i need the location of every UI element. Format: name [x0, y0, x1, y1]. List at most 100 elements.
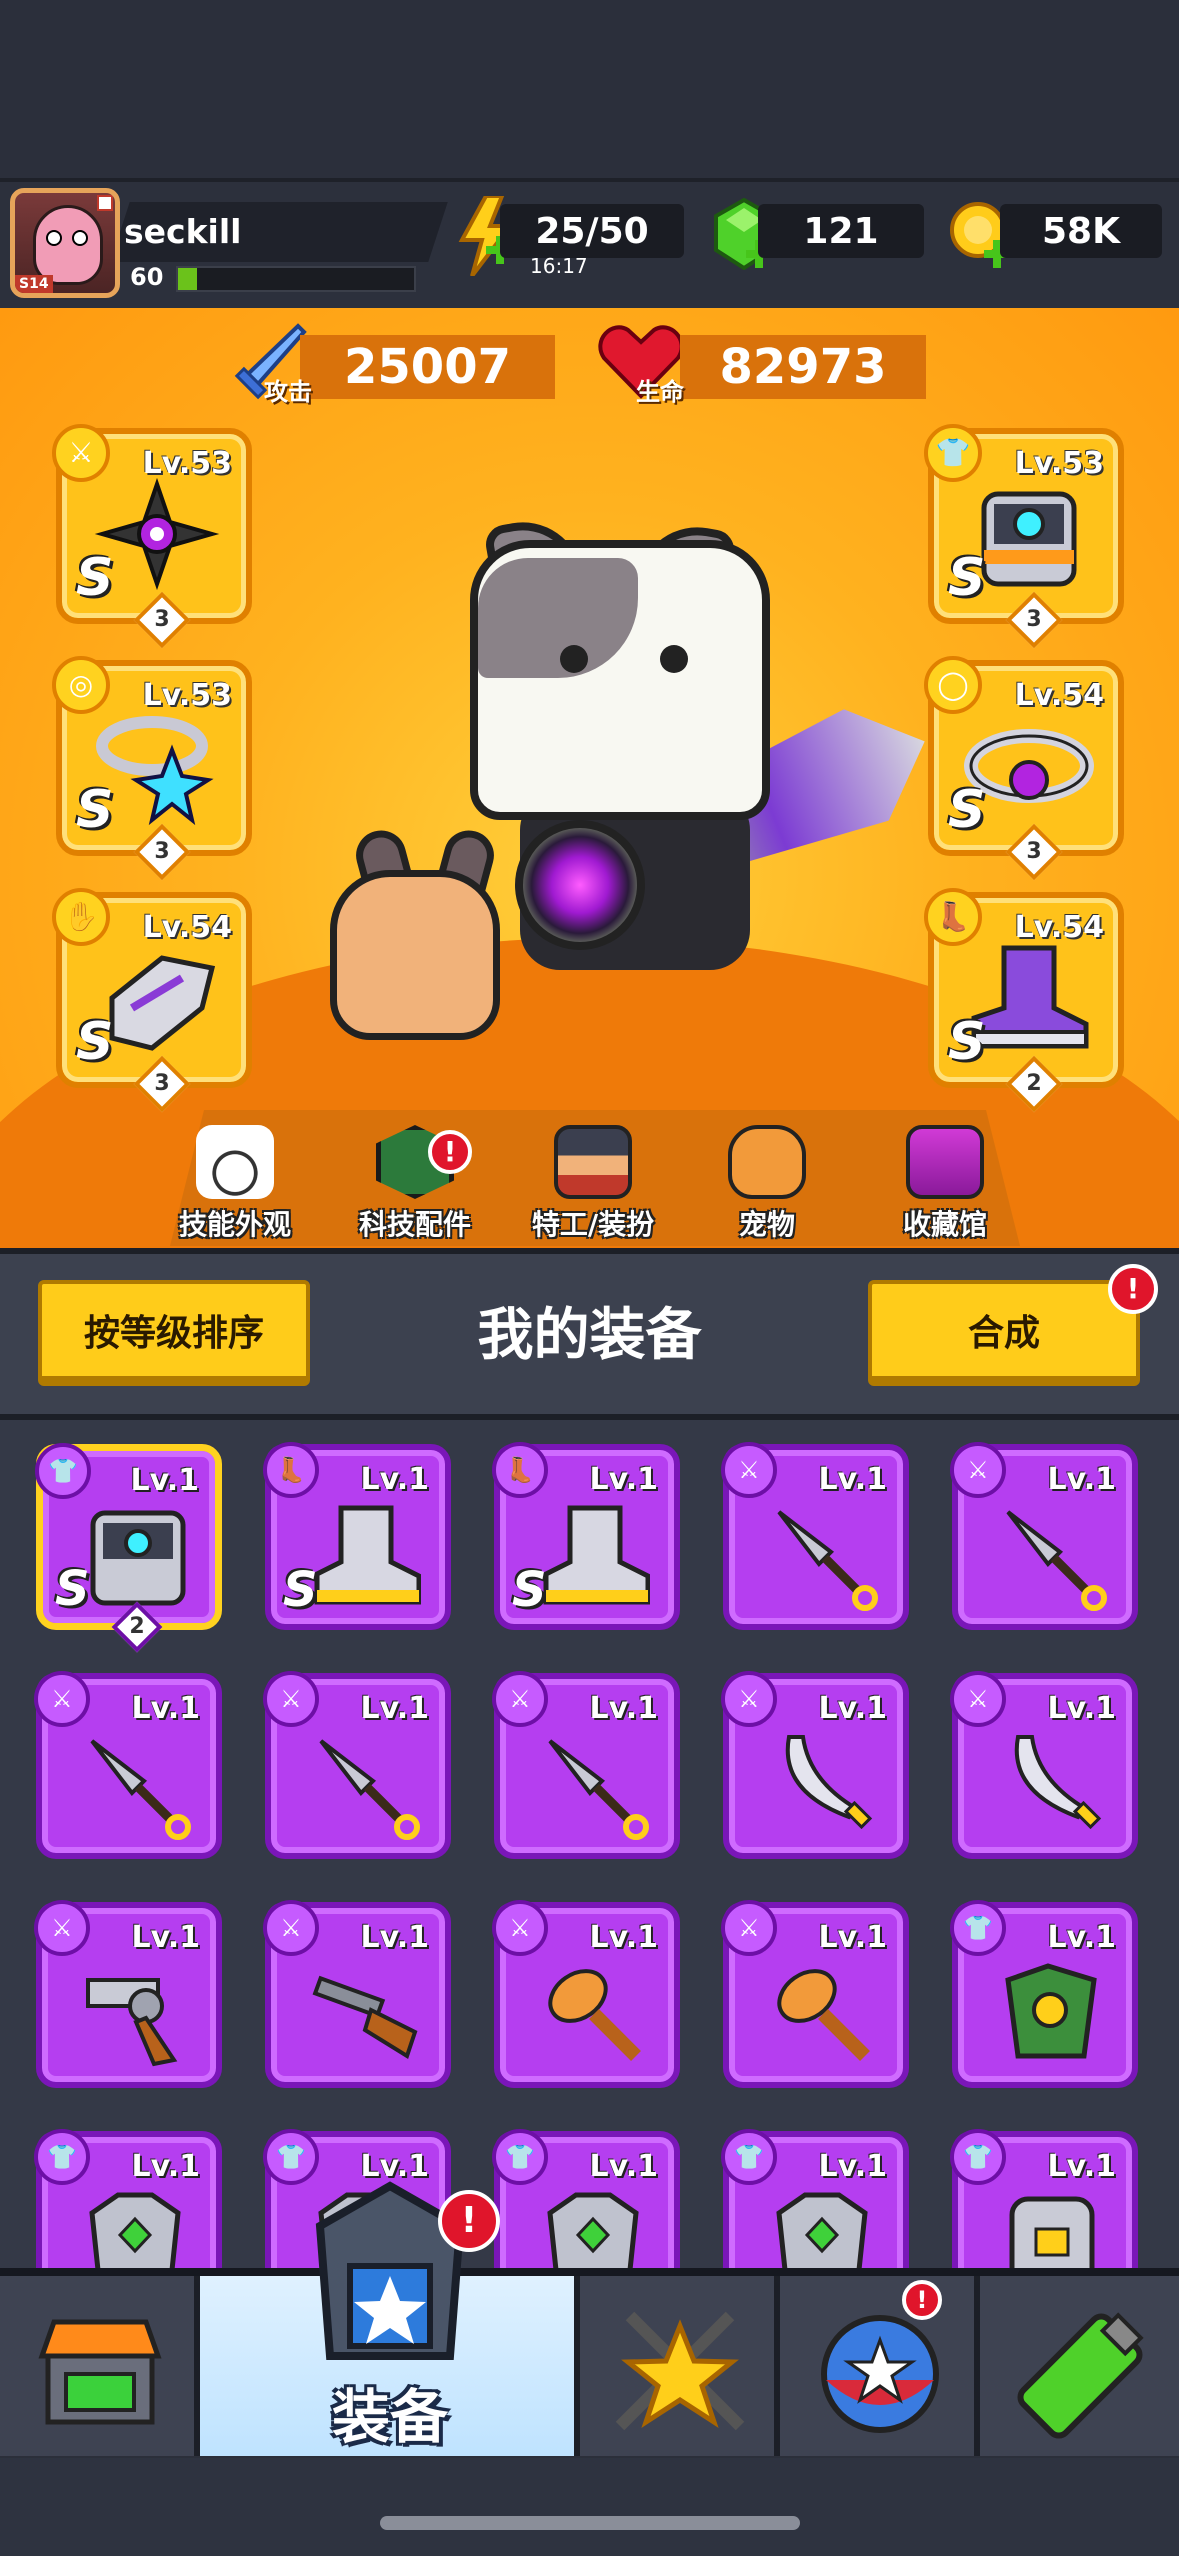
merge-button[interactable]: 合成 — [868, 1280, 1140, 1386]
equip-slot-belt[interactable]: ◯ Lv.54 S 3 — [924, 656, 1124, 881]
home-indicator — [380, 2516, 800, 2530]
inventory-item[interactable]: ⚔ Lv.1 — [34, 1900, 222, 2088]
talent-icon — [821, 2315, 939, 2433]
item-level: Lv.1 — [131, 2149, 201, 2184]
item-level: Lv.1 — [589, 1462, 659, 1497]
kunai-icon — [90, 1739, 191, 1840]
shop-icon — [38, 2319, 162, 2425]
equip-grade: S — [76, 780, 114, 840]
equipment-alert-badge: ! — [438, 2190, 500, 2252]
season-tag: S14 — [15, 275, 53, 293]
item-grade: S — [283, 1562, 318, 1618]
equip-grade: S — [76, 548, 114, 608]
gem-counter: 121 — [758, 204, 924, 258]
menu-agents-outfits[interactable]: 特工/装扮 — [518, 1125, 668, 1245]
inventory-item[interactable]: ⚔ Lv.1 — [950, 1442, 1138, 1630]
flag-icon — [97, 195, 113, 211]
equip-level: Lv.53 — [142, 678, 232, 713]
equip-level: Lv.53 — [1014, 446, 1104, 481]
inventory-item[interactable]: ⚔ Lv.1 — [263, 1900, 451, 2088]
scimitar-icon — [785, 1735, 873, 1830]
xp-bar-fill — [178, 268, 197, 290]
inventory-item[interactable]: ⚔ Lv.1 — [721, 1442, 909, 1630]
weapon-type-icon: ⚔ — [950, 1671, 1006, 1727]
cat-eye — [660, 645, 688, 673]
weapon-type-icon: ⚔ — [34, 1900, 90, 1956]
inventory-item[interactable]: 👕 Lv.1 — [950, 1900, 1138, 2088]
kunai-icon — [548, 1739, 649, 1840]
cat-fur-patch — [478, 558, 638, 678]
attack-label: 攻击 — [264, 378, 312, 406]
avatar-eye — [72, 230, 88, 246]
status-bar — [0, 0, 1179, 178]
menu-label: 宠物 — [738, 1208, 795, 1241]
boots-type-icon: 👢 — [263, 1442, 319, 1498]
weapon-type-icon: ⚔ — [263, 1671, 319, 1727]
avatar[interactable]: S14 — [10, 188, 120, 298]
shotgun-icon — [312, 1975, 418, 2060]
weapon-type-icon: ⚔ — [492, 1671, 548, 1727]
equip-grade: S — [948, 548, 986, 608]
equip-slot-boots[interactable]: 👢 Lv.54 S 2 — [924, 888, 1124, 1113]
talent-alert-badge: ! — [902, 2280, 942, 2320]
boots-type-icon: 👢 — [492, 1442, 548, 1498]
equip-slot-weapon[interactable]: ⚔ Lv.53 S 3 — [52, 424, 252, 649]
pet-dog[interactable] — [330, 870, 500, 1040]
weapon-core — [515, 820, 645, 950]
battle-icon — [615, 2311, 745, 2431]
dna-vial-icon — [1017, 2312, 1144, 2439]
armor-type-icon: 👕 — [721, 2129, 777, 2185]
equip-slot-gloves[interactable]: ✋ Lv.54 S 3 — [52, 888, 252, 1113]
tab-evolve[interactable] — [980, 2276, 1179, 2456]
inventory-item[interactable]: ⚔ Lv.1 — [34, 1671, 222, 1859]
menu-label: 技能外观 — [178, 1208, 291, 1241]
item-level: Lv.1 — [1047, 1920, 1117, 1955]
item-level: Lv.1 — [818, 2149, 888, 2184]
item-level: Lv.1 — [131, 1691, 201, 1726]
tab-battle[interactable] — [580, 2276, 780, 2456]
home-indicator-area — [0, 2458, 1179, 2556]
menu-collection[interactable]: 收藏馆 — [870, 1125, 1020, 1245]
kunai-icon — [777, 1510, 878, 1611]
inventory-item[interactable]: ⚔ Lv.1 — [721, 1671, 909, 1859]
item-level: Lv.1 — [360, 1691, 430, 1726]
equip-level: Lv.54 — [142, 910, 232, 945]
player-name: seckill — [124, 212, 242, 251]
hp-label: 生命 — [636, 378, 684, 406]
energy-counter: 25/50 — [500, 204, 684, 258]
cat-eye — [560, 645, 588, 673]
xp-bar — [176, 266, 416, 292]
equip-slot-necklace[interactable]: ◎ Lv.53 S 3 — [52, 656, 252, 881]
inventory-item[interactable]: ⚔ Lv.1 — [263, 1671, 451, 1859]
weapon-type-icon: ⚔ — [721, 1442, 777, 1498]
weapon-type-icon: ⚔ — [34, 1671, 90, 1727]
display-case-icon — [906, 1125, 984, 1199]
item-level: Lv.1 — [130, 1463, 200, 1498]
scimitar-icon — [1014, 1735, 1102, 1830]
inventory-item[interactable]: ⚔ Lv.1 — [950, 1671, 1138, 1859]
weapon-type-icon: ⚔ — [263, 1900, 319, 1956]
inventory-item[interactable]: ⚔ Lv.1 — [492, 1900, 680, 2088]
item-level: Lv.1 — [818, 1920, 888, 1955]
inventory-item[interactable]: 👢 Lv.1 S — [492, 1442, 680, 1630]
weapon-type-icon: ⚔ — [492, 1900, 548, 1956]
menu-skill-skins[interactable]: 技能外观 — [160, 1125, 310, 1245]
menu-pets[interactable]: 宠物 — [692, 1125, 842, 1245]
equip-grade: S — [948, 1012, 986, 1072]
equip-slot-armor[interactable]: 👕 Lv.53 S 3 — [924, 424, 1124, 649]
equip-grade: S — [948, 780, 986, 840]
tab-equipment-label: 装备 — [331, 2383, 448, 2451]
inventory-item[interactable]: 👕 Lv.1 S 2 — [35, 1443, 222, 1653]
inventory-item[interactable]: ⚔ Lv.1 — [492, 1671, 680, 1859]
item-level: Lv.1 — [1047, 1462, 1117, 1497]
club-icon — [548, 1969, 641, 2061]
hero-cat[interactable] — [470, 540, 770, 820]
tab-talents[interactable] — [780, 2276, 980, 2456]
revolver-icon — [86, 1978, 178, 2067]
menu-label: 科技配件 — [358, 1208, 471, 1241]
item-level: Lv.1 — [1047, 2149, 1117, 2184]
leaf-armor-icon — [1005, 1963, 1097, 2059]
inventory-item[interactable]: 👢 Lv.1 S — [263, 1442, 451, 1630]
tab-shop[interactable] — [0, 2276, 200, 2456]
inventory-item[interactable]: ⚔ Lv.1 — [721, 1900, 909, 2088]
